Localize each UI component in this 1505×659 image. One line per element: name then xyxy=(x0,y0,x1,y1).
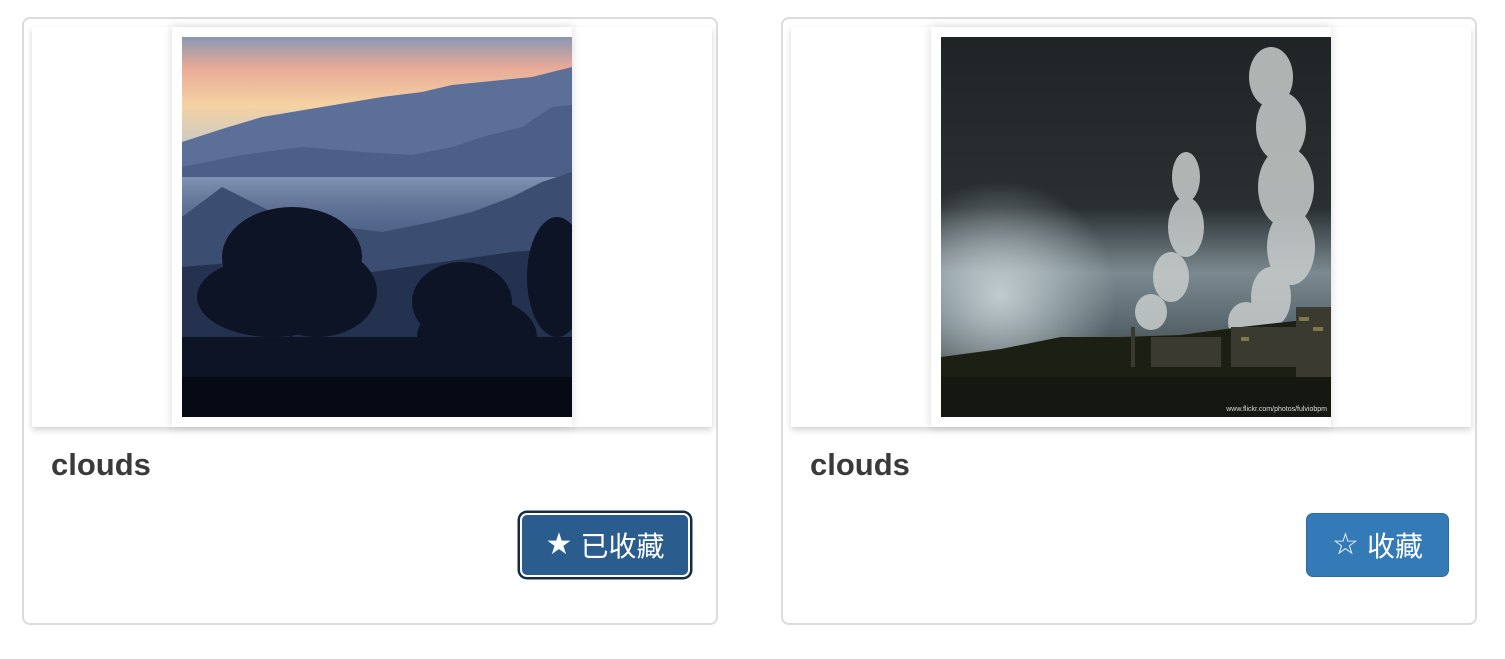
card-image-factory-smoke[interactable]: www.flickr.com/photos/fulviobpm xyxy=(941,37,1331,417)
favorited-button[interactable]: ★ 已收藏 xyxy=(520,513,690,577)
image-mat xyxy=(172,27,572,427)
image-card: clouds ★ 已收藏 xyxy=(22,17,718,625)
card-title: clouds xyxy=(810,447,910,482)
image-frame xyxy=(32,27,712,427)
favorite-button-label: 已收藏 xyxy=(580,530,665,563)
image-mat: www.flickr.com/photos/fulviobpm xyxy=(931,27,1331,427)
star-outline-icon: ☆ xyxy=(1332,527,1359,562)
card-title: clouds xyxy=(51,447,151,482)
favorite-button-label: 收藏 xyxy=(1366,530,1423,563)
image-frame: www.flickr.com/photos/fulviobpm xyxy=(791,27,1471,427)
star-filled-icon: ★ xyxy=(545,527,573,562)
image-watermark: www.flickr.com/photos/fulviobpm xyxy=(1225,406,1327,413)
favorite-button[interactable]: ☆ 收藏 xyxy=(1306,513,1449,577)
image-card: www.flickr.com/photos/fulviobpm clouds ☆… xyxy=(781,17,1477,625)
card-image-misty-forest[interactable] xyxy=(182,37,572,417)
